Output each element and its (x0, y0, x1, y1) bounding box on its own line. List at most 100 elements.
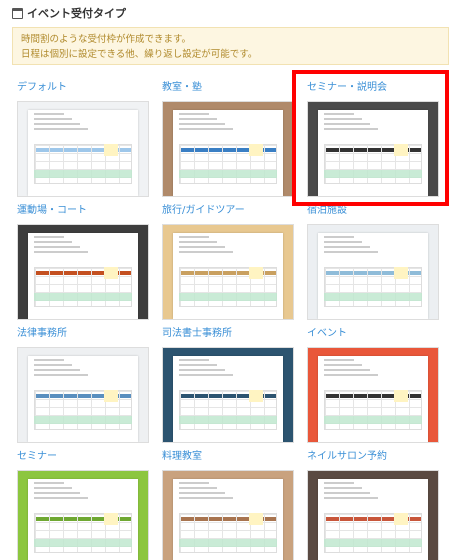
calendar-preview (173, 110, 283, 196)
preview-text-line (34, 241, 72, 243)
preview-text-line (179, 359, 209, 361)
preview-today-cell (104, 390, 118, 402)
preview-text-line (34, 123, 80, 125)
template-label[interactable]: デフォルト (17, 81, 149, 95)
preview-today-cell (394, 267, 408, 279)
preview-available-slots (34, 539, 132, 547)
template-thumbnail[interactable] (307, 224, 439, 320)
template-card[interactable]: 運動場・コート (17, 204, 149, 320)
template-thumbnail[interactable] (17, 101, 149, 197)
preview-text-line (179, 369, 225, 371)
template-label[interactable]: セミナー (17, 450, 149, 464)
preview-available-slots (34, 170, 132, 178)
template-thumbnail[interactable] (17, 224, 149, 320)
preview-text-line (179, 128, 233, 130)
template-thumbnail[interactable] (307, 347, 439, 443)
template-label[interactable]: 法律事務所 (17, 327, 149, 341)
info-notice: 時間割のような受付枠が作成できます。 日程は個別に設定できる他、繰り返し設定が可… (12, 27, 449, 65)
preview-available-slots (324, 539, 422, 547)
calendar-preview (318, 356, 428, 442)
preview-available-slots (179, 293, 277, 301)
template-thumbnail[interactable] (162, 101, 294, 197)
template-thumbnail[interactable] (162, 224, 294, 320)
template-card[interactable]: 宿泊施設 (307, 204, 439, 320)
preview-today-cell (394, 390, 408, 402)
calendar-preview (318, 479, 428, 560)
calendar-preview (28, 479, 138, 560)
preview-available-slots (324, 416, 422, 424)
template-label[interactable]: 運動場・コート (17, 204, 149, 218)
template-label[interactable]: ネイルサロン予約 (307, 450, 439, 464)
template-thumbnail[interactable] (307, 470, 439, 560)
template-card[interactable]: 料理教室 (162, 450, 294, 560)
preview-available-slots (34, 293, 132, 301)
preview-text-line (324, 374, 378, 376)
preview-available-slots (324, 293, 422, 301)
preview-today-cell (249, 144, 263, 156)
notice-line-2: 日程は個別に設定できる他、繰り返し設定が可能です。 (21, 49, 258, 60)
preview-available-slots (179, 416, 277, 424)
preview-text-line (179, 497, 233, 499)
template-card[interactable]: ネイルサロン予約 (307, 450, 439, 560)
preview-today-cell (104, 513, 118, 525)
template-card[interactable]: 司法書士事務所 (162, 327, 294, 443)
calendar-preview (318, 233, 428, 319)
preview-text-line (34, 497, 88, 499)
template-thumbnail[interactable] (162, 347, 294, 443)
template-label[interactable]: 料理教室 (162, 450, 294, 464)
template-thumbnail[interactable] (17, 470, 149, 560)
calendar-preview (28, 233, 138, 319)
template-card[interactable]: デフォルト (17, 81, 149, 197)
template-card[interactable]: 旅行/ガイドツアー (162, 204, 294, 320)
preview-text-line (324, 246, 370, 248)
section-header: イベント受付タイプ (12, 5, 126, 21)
preview-text-line (179, 364, 217, 366)
template-label[interactable]: 司法書士事務所 (162, 327, 294, 341)
preview-today-cell (104, 144, 118, 156)
preview-text-line (34, 236, 64, 238)
template-thumbnail[interactable] (162, 470, 294, 560)
preview-text-line (324, 364, 362, 366)
calendar-preview (173, 356, 283, 442)
preview-text-line (179, 374, 233, 376)
selected-template-highlight (292, 70, 449, 206)
preview-available-slots (34, 416, 132, 424)
preview-text-line (34, 359, 64, 361)
notice-line-1: 時間割のような受付枠が作成できます。 (21, 34, 192, 45)
preview-text-line (179, 236, 209, 238)
calendar-preview (173, 479, 283, 560)
preview-text-line (34, 128, 88, 130)
preview-text-line (179, 241, 217, 243)
preview-text-line (34, 251, 88, 253)
preview-text-line (34, 246, 80, 248)
preview-text-line (324, 492, 370, 494)
preview-available-slots (179, 539, 277, 547)
calendar-preview (173, 233, 283, 319)
preview-text-line (179, 482, 209, 484)
preview-text-line (324, 241, 362, 243)
template-thumbnail[interactable] (17, 347, 149, 443)
preview-text-line (324, 251, 378, 253)
template-card[interactable]: 教室・塾 (162, 81, 294, 197)
preview-text-line (34, 364, 72, 366)
template-label[interactable]: イベント (307, 327, 439, 341)
template-card[interactable]: イベント (307, 327, 439, 443)
preview-text-line (324, 482, 354, 484)
preview-text-line (34, 487, 72, 489)
template-label[interactable]: 旅行/ガイドツアー (162, 204, 294, 218)
preview-text-line (324, 236, 354, 238)
template-label[interactable]: 教室・塾 (162, 81, 294, 95)
preview-text-line (179, 123, 225, 125)
section-title: イベント受付タイプ (27, 7, 126, 20)
template-label[interactable]: 宿泊施設 (307, 204, 439, 218)
preview-text-line (324, 359, 354, 361)
preview-available-slots (179, 170, 277, 178)
template-card[interactable]: セミナー (17, 450, 149, 560)
preview-text-line (34, 113, 64, 115)
preview-text-line (179, 492, 225, 494)
preview-today-cell (249, 513, 263, 525)
calendar-icon (12, 7, 23, 19)
preview-text-line (179, 487, 217, 489)
template-card[interactable]: 法律事務所 (17, 327, 149, 443)
preview-text-line (324, 369, 370, 371)
